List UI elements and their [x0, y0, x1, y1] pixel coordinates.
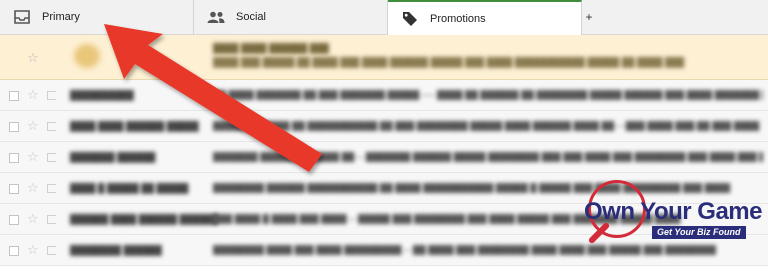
blurred-sender: ████ ████ ██████ █████ [70, 121, 199, 131]
add-tab-button[interactable]: + [582, 0, 596, 34]
select-checkbox[interactable] [9, 153, 19, 163]
own-your-game-logo: Own Your Game Get Your Biz Found [582, 176, 763, 258]
blurred-sender: ███████ ██████ [70, 152, 156, 162]
inbox-icon [12, 7, 32, 27]
blurred-subject: ███████ ████████ ████ ██ ─ ███████ █████… [213, 152, 763, 162]
importance-marker-icon[interactable] [47, 91, 56, 100]
importance-marker-icon[interactable] [47, 153, 56, 162]
importance-marker-icon[interactable] [47, 184, 56, 193]
star-icon[interactable]: ☆ [27, 180, 39, 196]
importance-marker-icon[interactable] [47, 215, 56, 224]
star-icon[interactable]: ☆ [27, 87, 39, 103]
logo-text: Own Your Game [584, 198, 763, 225]
blurred-sender: ██████████ [70, 90, 134, 100]
blurred-sender: ████ █ █████ ██ █████ [70, 183, 189, 193]
blurred-avatar [74, 44, 100, 68]
tag-icon [400, 9, 420, 29]
blurred-subject: ████████████ ██ ███████████ ██ ███ █████… [213, 121, 760, 131]
star-icon[interactable]: ☆ [27, 149, 39, 165]
email-row[interactable]: ☆ ██████████ ██ ████ ███████ ██ ███ ████… [0, 80, 768, 111]
promoted-email-row[interactable]: ☆ ████ ████ ██████ ███ ████ ███ █████ ██… [0, 35, 768, 80]
email-row[interactable]: ☆ ███████ ██████ ███████ ████████ ████ █… [0, 142, 768, 173]
blurred-subject: ██ ████ ███████ ██ ███ ███████ █████ ── … [213, 90, 763, 100]
star-icon[interactable]: ☆ [27, 242, 39, 258]
tab-social-label: Social [236, 11, 266, 23]
select-checkbox[interactable] [9, 184, 19, 194]
inbox-tab-bar: Primary Social Promotions + [0, 0, 768, 35]
tab-social[interactable]: Social [194, 0, 388, 34]
blurred-promo-title: ████ ████ ██████ ███ [213, 43, 329, 53]
people-icon [206, 7, 226, 27]
tab-primary[interactable]: Primary [0, 0, 194, 34]
select-checkbox[interactable] [9, 91, 19, 101]
tab-promotions[interactable]: Promotions [388, 0, 582, 35]
blurred-sender: ██████ ████ ██████ ██████ [70, 214, 218, 224]
importance-marker-icon[interactable] [47, 122, 56, 131]
tab-promotions-label: Promotions [430, 12, 486, 25]
select-checkbox[interactable] [9, 122, 19, 132]
blurred-sender: ████████ ██████ [70, 245, 162, 255]
star-icon[interactable]: ☆ [27, 211, 39, 227]
email-row[interactable]: ☆ ████ ████ ██████ █████ ████████████ ██… [0, 111, 768, 142]
star-icon[interactable]: ☆ [27, 118, 39, 134]
select-checkbox[interactable] [9, 215, 19, 225]
select-checkbox[interactable] [9, 246, 19, 256]
tab-primary-label: Primary [42, 11, 80, 23]
importance-marker-icon[interactable] [47, 246, 56, 255]
logo-tagline: Get Your Biz Found [652, 226, 746, 239]
blurred-promo-snippet: ████ ███ █████ ██ ████ ███ ████ ██████ █… [213, 57, 685, 67]
add-tab-label: + [585, 10, 593, 24]
star-icon[interactable]: ☆ [27, 50, 39, 66]
